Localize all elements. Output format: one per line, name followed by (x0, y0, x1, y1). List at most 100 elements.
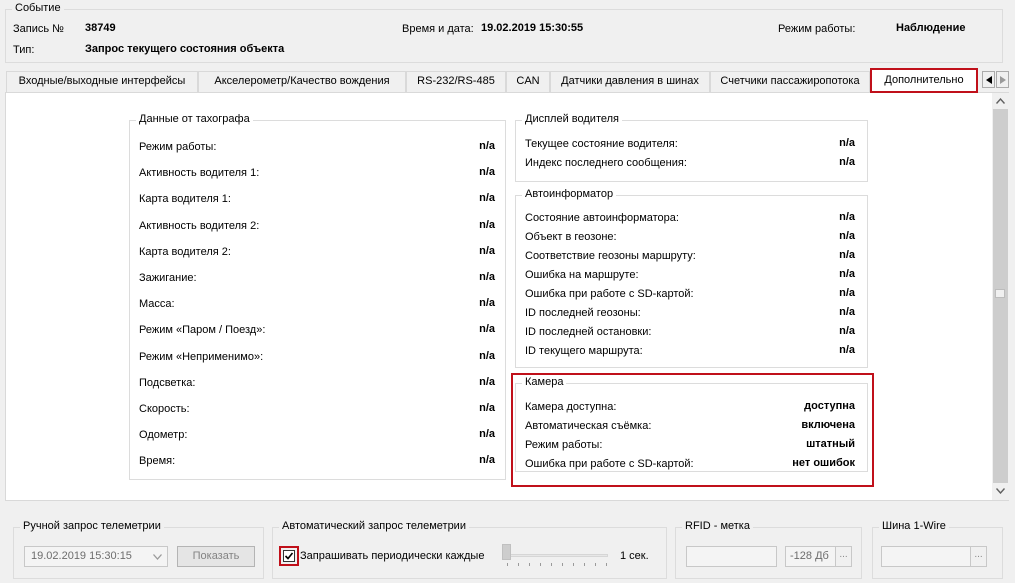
driver-display-legend: Дисплей водителя (522, 113, 622, 125)
tachograph-row-label: Карта водителя 1: (139, 193, 231, 206)
tachograph-row-value: n/a (479, 375, 495, 388)
tachograph-row-label: Подсветка: (139, 376, 196, 389)
tab-accelerometer[interactable]: Акселерометр/Качество вождения (198, 71, 406, 92)
camera-row-label: Режим работы: (525, 439, 603, 451)
tab-io-interfaces[interactable]: Входные/выходные интерфейсы (6, 71, 198, 92)
tachograph-row-value: n/a (479, 428, 495, 441)
autoinformer-row-value: n/a (839, 306, 855, 318)
mode-label: Режим работы: (778, 23, 856, 35)
autoinformer-row-value: n/a (839, 230, 855, 242)
autoinformer-row-label: Состояние автоинформатора: (525, 212, 679, 224)
event-legend: Событие (12, 2, 64, 14)
autoinformer-row-label: ID последней геозоны: (525, 307, 641, 319)
onewire-value-field[interactable] (881, 546, 971, 567)
tachograph-row-label: Масса: (139, 298, 175, 311)
autoinformer-row-label: Объект в геозоне: (525, 231, 617, 243)
driver-display-row-label: Текущее состояние водителя: (525, 138, 678, 150)
vertical-scrollbar[interactable] (992, 93, 1009, 500)
slider-ticks (507, 563, 607, 566)
driver-display-row-label: Индекс последнего сообщения: (525, 157, 687, 169)
tab-additional[interactable]: Дополнительно (870, 68, 978, 93)
periodic-request-checkbox[interactable] (279, 546, 299, 566)
autoinformer-row-label: ID последней остановки: (525, 326, 652, 338)
onewire-legend: Шина 1-Wire (879, 520, 949, 532)
autoinformer-row-value: n/a (839, 249, 855, 261)
tab-scroll-left-button[interactable] (982, 71, 995, 88)
tachograph-row-label: Время: (139, 455, 176, 468)
chevron-down-icon (995, 488, 1006, 495)
type-label: Тип: (13, 44, 35, 56)
autoinformer-row-value: n/a (839, 211, 855, 223)
tachograph-row-value: n/a (479, 349, 495, 362)
checkmark-icon (284, 552, 294, 560)
triangle-left-icon (985, 76, 992, 84)
autoinformer-row-label: Ошибка при работе с SD-картой: (525, 288, 694, 300)
auto-request-legend: Автоматический запрос телеметрии (279, 520, 469, 532)
tachograph-row-value: n/a (479, 166, 495, 179)
tachograph-row-value: n/a (479, 454, 495, 467)
chevron-down-icon (153, 554, 162, 560)
tachograph-row-label: Режим «Неприменимо»: (139, 350, 264, 363)
tachograph-row-value: n/a (479, 218, 495, 231)
rfid-legend: RFID - метка (682, 520, 753, 532)
datetime-label: Время и дата: (402, 23, 474, 35)
checkbox-box (283, 550, 295, 562)
scroll-down-arrow[interactable] (992, 483, 1009, 500)
tachograph-row-label: Зажигание: (139, 272, 197, 284)
tachograph-row-value: n/a (479, 402, 495, 414)
record-value: 38749 (85, 22, 116, 34)
tachograph-row-value: n/a (479, 297, 495, 310)
scrollbar-position-marker (995, 289, 1005, 298)
record-label: Запись № (13, 23, 64, 35)
tachograph-row-label: Режим работы: (139, 141, 217, 153)
autoinformer-legend: Автоинформатор (522, 188, 617, 200)
slider-track (504, 554, 608, 557)
interval-slider[interactable] (500, 543, 610, 567)
rfid-signal-field[interactable]: -128 Дб (785, 546, 836, 567)
manual-request-legend: Ручной запрос телеметрии (20, 520, 164, 532)
interval-value: 1 сек. (620, 550, 649, 562)
tachograph-row-value: n/a (479, 271, 495, 283)
rfid-value-field[interactable] (686, 546, 777, 567)
autoinformer-row-value: n/a (839, 268, 855, 280)
camera-row-label: Автоматическая съёмка: (525, 420, 652, 432)
camera-row-label: Ошибка при работе с SD-картой: (525, 458, 694, 470)
datetime-value: 19.02.2019 15:30:55 (481, 22, 584, 34)
manual-request-date-picker[interactable]: 19.02.2019 15:30:15 (24, 546, 168, 567)
driver-display-group: Дисплей водителя (515, 113, 868, 182)
driver-display-row-value: n/a (839, 137, 855, 149)
rfid-browse-button[interactable]: ... (835, 546, 852, 567)
tab-tire-pressure[interactable]: Датчики давления в шинах (550, 71, 710, 92)
tab-passenger-counters[interactable]: Счетчики пассажиропотока (710, 71, 870, 92)
camera-row-value: нет ошибок (792, 457, 855, 469)
tachograph-row-label: Режим «Паром / Поезд»: (139, 324, 266, 337)
autoinformer-row-value: n/a (839, 344, 855, 356)
tab-rs232-rs485[interactable]: RS-232/RS-485 (406, 71, 506, 92)
mode-value: Наблюдение (896, 22, 966, 34)
tachograph-row-label: Карта водителя 2: (139, 245, 231, 258)
driver-display-row-value: n/a (839, 156, 855, 168)
slider-thumb[interactable] (502, 544, 511, 560)
triangle-right-icon (999, 76, 1006, 84)
tachograph-row-value: n/a (479, 323, 495, 336)
tachograph-row-value: n/a (479, 192, 495, 205)
tab-can[interactable]: CAN (506, 71, 550, 92)
type-value: Запрос текущего состояния объекта (85, 43, 285, 55)
autoinformer-row-value: n/a (839, 287, 855, 299)
tab-scroll-right-button[interactable] (996, 71, 1009, 88)
camera-row-label: Камера доступна: (525, 401, 617, 413)
onewire-browse-button[interactable]: ... (970, 546, 987, 567)
tachograph-legend: Данные от тахографа (136, 113, 253, 125)
camera-row-value: включена (801, 419, 855, 431)
manual-request-date-value: 19.02.2019 15:30:15 (31, 550, 132, 562)
autoinformer-row-label: Ошибка на маршруте: (525, 269, 639, 281)
chevron-up-icon (995, 97, 1006, 104)
scroll-up-arrow[interactable] (992, 93, 1009, 110)
autoinformer-row-label: ID текущего маршрута: (525, 345, 643, 357)
tab-strip: Входные/выходные интерфейсы Акселерометр… (6, 68, 984, 93)
tachograph-row-label: Скорость: (139, 403, 190, 415)
show-button[interactable]: Показать (177, 546, 255, 567)
periodic-request-label: Запрашивать периодически каждые (300, 550, 485, 562)
tachograph-row-label: Активность водителя 2: (139, 219, 260, 232)
tachograph-row-label: Одометр: (139, 429, 188, 442)
